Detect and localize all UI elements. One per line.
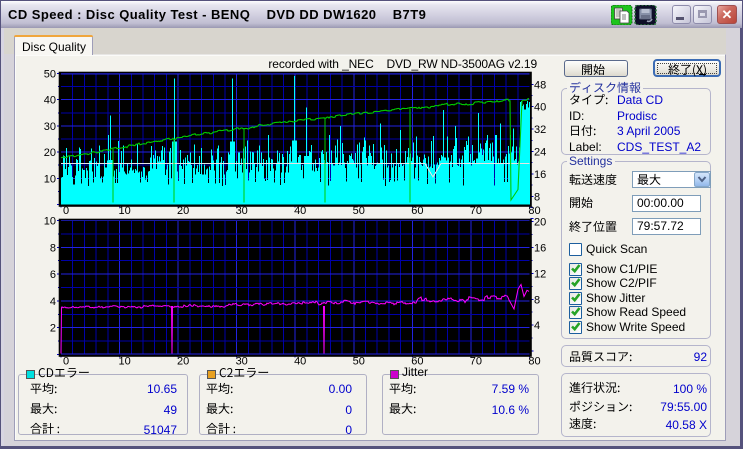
svg-text:50: 50 — [44, 69, 56, 81]
svg-text:8: 8 — [534, 294, 540, 306]
svg-text:40: 40 — [44, 95, 56, 107]
svg-text:8: 8 — [534, 191, 540, 203]
svg-text:20: 20 — [44, 147, 56, 159]
svg-text:24: 24 — [534, 147, 546, 159]
svg-text:10: 10 — [118, 356, 130, 368]
svg-text:48: 48 — [534, 79, 546, 91]
svg-text:12: 12 — [534, 268, 546, 280]
svg-text:70: 70 — [470, 356, 482, 368]
svg-text:10: 10 — [44, 216, 56, 228]
svg-text:6: 6 — [50, 269, 56, 281]
svg-text:20: 20 — [534, 217, 546, 229]
svg-text:10: 10 — [44, 173, 56, 185]
svg-text:20: 20 — [177, 356, 189, 368]
svg-text:16: 16 — [534, 243, 546, 255]
svg-text:4: 4 — [50, 296, 56, 308]
svg-text:2: 2 — [50, 323, 56, 335]
svg-text:4: 4 — [534, 320, 540, 332]
svg-text:40: 40 — [294, 356, 306, 368]
svg-text:50: 50 — [353, 356, 365, 368]
svg-text:16: 16 — [534, 169, 546, 181]
svg-text:8: 8 — [50, 242, 56, 254]
svg-text:32: 32 — [534, 124, 546, 136]
svg-text:30: 30 — [44, 121, 56, 133]
svg-text:40: 40 — [534, 102, 546, 114]
svg-text:80: 80 — [528, 356, 540, 368]
